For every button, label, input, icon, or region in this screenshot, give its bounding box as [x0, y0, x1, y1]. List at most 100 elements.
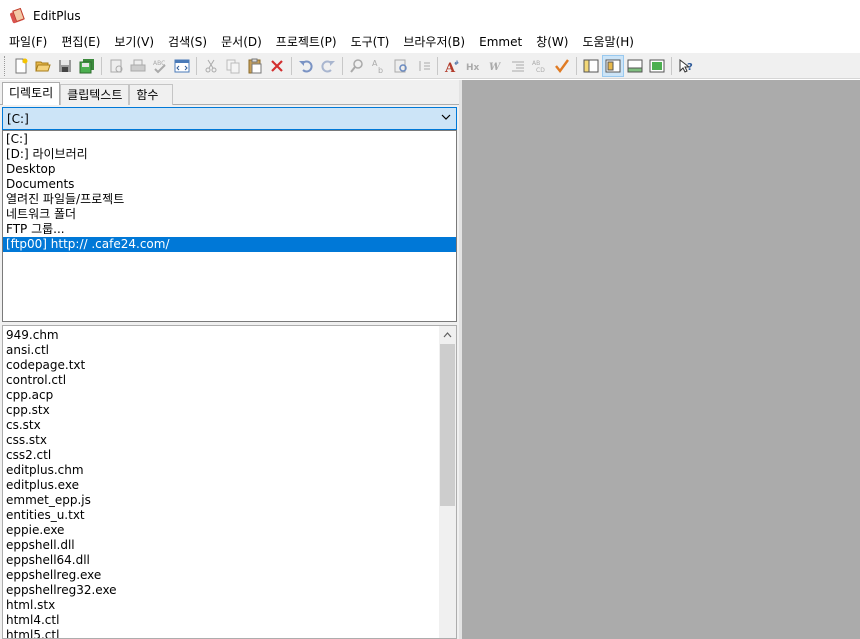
fullscreen-icon[interactable] — [646, 55, 668, 77]
file-item[interactable]: css.stx — [6, 433, 436, 448]
file-item[interactable]: ansi.ctl — [6, 343, 436, 358]
menu-tools[interactable]: 도구(T) — [344, 32, 397, 52]
font-icon[interactable]: A # — [441, 55, 463, 77]
svg-text:Hx: Hx — [466, 63, 480, 73]
toolbar-separator — [196, 56, 197, 75]
hex-icon[interactable]: Hx — [463, 55, 485, 77]
file-item[interactable]: cs.stx — [6, 418, 436, 433]
spell-check-icon[interactable]: ABC — [149, 55, 171, 77]
file-item[interactable]: control.ctl — [6, 373, 436, 388]
toolbar: ABC Ab A # Hx W AB CD ? — [0, 53, 860, 79]
dropdown-item-drive-c[interactable]: [C:] — [3, 132, 456, 147]
new-file-icon[interactable] — [10, 55, 32, 77]
file-item[interactable]: eppshell.dll — [6, 538, 436, 553]
copy-icon[interactable] — [222, 55, 244, 77]
toolbar-separator — [101, 56, 102, 75]
menu-document[interactable]: 문서(D) — [214, 32, 269, 52]
output-window-icon[interactable] — [624, 55, 646, 77]
file-item[interactable]: codepage.txt — [6, 358, 436, 373]
dropdown-item-network-folder[interactable]: 네트워크 폴더 — [3, 207, 456, 222]
file-item[interactable]: eppshellreg32.exe — [6, 583, 436, 598]
menu-bar: 파일(F) 편집(E) 보기(V) 검색(S) 문서(D) 프로젝트(P) 도구… — [0, 32, 860, 52]
file-item[interactable]: emmet_epp.js — [6, 493, 436, 508]
dropdown-item-ftp00[interactable]: [ftp00] http:// .cafe24.com/ — [3, 237, 456, 252]
cut-icon[interactable] — [200, 55, 222, 77]
undo-icon[interactable] — [295, 55, 317, 77]
column-icon[interactable]: AB CD — [529, 55, 551, 77]
browser-icon[interactable] — [171, 55, 193, 77]
print-icon[interactable] — [127, 55, 149, 77]
file-item[interactable]: entities_u.txt — [6, 508, 436, 523]
svg-text:W: W — [489, 62, 502, 73]
drive-combobox[interactable]: [C:] — [2, 107, 457, 130]
file-item[interactable]: eppshellreg.exe — [6, 568, 436, 583]
svg-text:AB: AB — [532, 60, 540, 67]
dropdown-item-drive-d[interactable]: [D:] 라이브러리 — [3, 147, 456, 162]
delete-icon[interactable] — [266, 55, 288, 77]
file-item[interactable]: editplus.exe — [6, 478, 436, 493]
file-item[interactable]: eppie.exe — [6, 523, 436, 538]
save-all-icon[interactable] — [76, 55, 98, 77]
drive-dropdown-list: [C:] [D:] 라이브러리 Desktop Documents 열려진 파일… — [2, 130, 457, 322]
chevron-down-icon[interactable] — [441, 112, 451, 125]
tab-directory[interactable]: 디렉토리 — [2, 82, 61, 105]
editor-area[interactable] — [462, 80, 860, 639]
indent-icon[interactable] — [507, 55, 529, 77]
menu-file[interactable]: 파일(F) — [2, 32, 54, 52]
toolbar-separator — [291, 56, 292, 75]
file-item[interactable]: css2.ctl — [6, 448, 436, 463]
file-item[interactable]: html4.ctl — [6, 613, 436, 628]
scroll-up-icon[interactable] — [439, 326, 456, 343]
directory-panel: 디렉토리 클립텍스트 함수 [C:] [C:] [D:] 라이브러리 Deskt… — [0, 80, 459, 639]
menu-emmet[interactable]: Emmet — [472, 32, 529, 52]
file-item[interactable]: eppshell64.dll — [6, 553, 436, 568]
word-wrap-icon[interactable]: W — [485, 55, 507, 77]
dropdown-item-ftp-group[interactable]: FTP 그룹... — [3, 222, 456, 237]
file-item[interactable]: html5.ctl — [6, 628, 436, 638]
redo-icon[interactable] — [317, 55, 339, 77]
find-in-files-icon[interactable] — [390, 55, 412, 77]
menu-browser[interactable]: 브라우저(B) — [396, 32, 472, 52]
menu-view[interactable]: 보기(V) — [107, 32, 161, 52]
find-icon[interactable] — [346, 55, 368, 77]
check-icon[interactable] — [551, 55, 573, 77]
toolbar-grip[interactable] — [4, 55, 7, 76]
window-title: EditPlus — [33, 9, 81, 23]
dropdown-item-desktop[interactable]: Desktop — [3, 162, 456, 177]
file-item[interactable]: editplus.chm — [6, 463, 436, 478]
paste-icon[interactable] — [244, 55, 266, 77]
panel-tabs: 디렉토리 클립텍스트 함수 — [2, 82, 174, 105]
open-folder-icon[interactable] — [32, 55, 54, 77]
toolbar-separator — [576, 56, 577, 75]
svg-text:?: ? — [687, 62, 693, 73]
tab-functions[interactable]: 함수 — [129, 84, 174, 105]
menu-project[interactable]: 프로젝트(P) — [269, 32, 344, 52]
file-list-items: 949.chm ansi.ctl codepage.txt control.ct… — [6, 328, 436, 638]
print-preview-icon[interactable] — [105, 55, 127, 77]
replace-icon[interactable]: Ab — [368, 55, 390, 77]
file-item[interactable]: 949.chm — [6, 328, 436, 343]
svg-text:b: b — [378, 66, 383, 74]
file-item[interactable]: cpp.stx — [6, 403, 436, 418]
line-number-icon[interactable] — [412, 55, 434, 77]
editplus-app-icon[interactable] — [9, 7, 25, 24]
svg-text:#: # — [454, 60, 459, 67]
file-list: 949.chm ansi.ctl codepage.txt control.ct… — [2, 325, 457, 639]
toolbar-separator — [671, 56, 672, 75]
directory-window-icon[interactable] — [580, 55, 602, 77]
file-item[interactable]: cpp.acp — [6, 388, 436, 403]
help-icon[interactable]: ? — [675, 55, 697, 77]
file-list-scrollbar[interactable] — [439, 326, 456, 638]
file-item[interactable]: html.stx — [6, 598, 436, 613]
menu-search[interactable]: 검색(S) — [161, 32, 214, 52]
menu-help[interactable]: 도움말(H) — [575, 32, 641, 52]
cliptext-window-icon[interactable] — [602, 54, 624, 77]
menu-edit[interactable]: 편집(E) — [54, 32, 107, 52]
tab-cliptext[interactable]: 클립텍스트 — [60, 84, 130, 105]
save-icon[interactable] — [54, 55, 76, 77]
dropdown-item-documents[interactable]: Documents — [3, 177, 456, 192]
scrollbar-thumb[interactable] — [440, 344, 455, 506]
menu-window[interactable]: 창(W) — [529, 32, 575, 52]
dropdown-item-open-files[interactable]: 열려진 파일들/프로젝트 — [3, 192, 456, 207]
drive-combobox-value: [C:] — [7, 111, 29, 126]
